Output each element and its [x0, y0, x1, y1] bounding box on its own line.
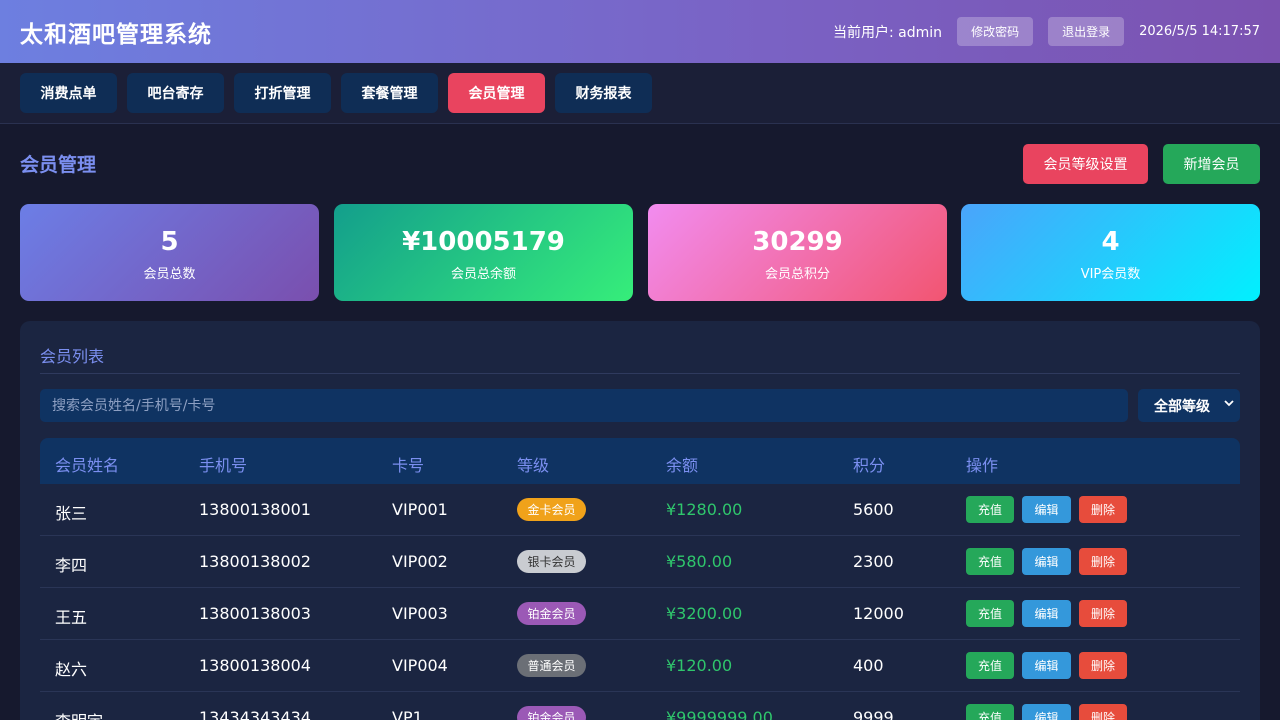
divider: [40, 373, 1240, 374]
member-points: 400: [853, 656, 884, 675]
top-header: 太和酒吧管理系统 当前用户: admin 修改密码 退出登录 2026/5/5 …: [0, 0, 1280, 63]
recharge-button[interactable]: 充值: [966, 548, 1014, 575]
column-header: 卡号: [392, 456, 425, 475]
member-name: 赵六: [55, 660, 88, 679]
stat-card-vip-count: 4 VIP会员数: [961, 204, 1260, 301]
member-balance: ¥1280.00: [666, 500, 743, 519]
stat-card-total-points: 30299 会员总积分: [648, 204, 947, 301]
stat-label: 会员总余额: [450, 267, 516, 282]
recharge-button[interactable]: 充值: [966, 652, 1014, 679]
table-row: 王五 13800138003 VIP003 铂金会员 ¥3200.00 1200…: [40, 588, 1240, 640]
edit-button[interactable]: 编辑: [1022, 548, 1071, 575]
column-header: 余额: [666, 456, 699, 475]
member-balance: ¥580.00: [666, 552, 733, 571]
logout-button[interactable]: 退出登录: [1048, 17, 1125, 46]
delete-button[interactable]: 删除: [1079, 600, 1127, 627]
level-filter-select[interactable]: 全部等级: [1138, 389, 1240, 422]
member-phone: 13800138004: [199, 656, 311, 675]
member-points: 12000: [853, 604, 904, 623]
delete-button[interactable]: 删除: [1079, 496, 1127, 523]
stat-card-total-members: 5 会员总数: [20, 204, 319, 301]
change-password-button[interactable]: 修改密码: [957, 17, 1034, 46]
member-name: 李明宇: [55, 708, 103, 720]
member-points: 9999: [853, 708, 894, 720]
main-nav: 消费点单 吧台寄存 打折管理 套餐管理 会员管理 财务报表: [0, 63, 1280, 124]
member-level-settings-button[interactable]: 会员等级设置: [1023, 144, 1148, 184]
column-header: 等级: [517, 456, 550, 475]
member-card: VP1: [392, 708, 423, 720]
member-card: VIP002: [392, 552, 448, 571]
member-balance: ¥3200.00: [666, 604, 743, 623]
edit-button[interactable]: 编辑: [1022, 496, 1071, 523]
header-right: 当前用户: admin 修改密码 退出登录 2026/5/5 14:17:57: [833, 17, 1260, 46]
stat-value: 5: [160, 227, 179, 257]
level-filter-value: 全部等级: [1154, 398, 1210, 415]
member-list-title: 会员列表: [40, 347, 105, 366]
recharge-button[interactable]: 充值: [966, 704, 1014, 720]
datetime-display: 2026/5/5 14:17:57: [1139, 24, 1260, 39]
chevron-down-icon: [1224, 397, 1234, 411]
stat-label: 会员总积分: [764, 267, 830, 282]
level-badge: 铂金会员: [517, 706, 586, 720]
stat-value: 4: [1101, 227, 1120, 257]
delete-button[interactable]: 删除: [1079, 704, 1127, 720]
stat-card-total-balance: ¥10005179 会员总余额: [334, 204, 633, 301]
member-phone: 13800138003: [199, 604, 311, 623]
table-row: 张三 13800138001 VIP001 金卡会员 ¥1280.00 5600…: [40, 484, 1240, 536]
column-header: 手机号: [199, 456, 248, 475]
member-search-input[interactable]: [40, 389, 1128, 422]
member-card: VIP001: [392, 500, 448, 519]
level-badge: 普通会员: [517, 654, 586, 677]
member-phone: 13434343434: [199, 708, 311, 720]
member-name: 王五: [55, 608, 88, 627]
edit-button[interactable]: 编辑: [1022, 600, 1071, 627]
recharge-button[interactable]: 充值: [966, 600, 1014, 627]
level-badge: 铂金会员: [517, 602, 586, 625]
level-badge: 银卡会员: [517, 550, 586, 573]
member-card: VIP003: [392, 604, 448, 623]
column-header: 会员姓名: [55, 456, 120, 475]
current-user: 当前用户: admin: [833, 24, 943, 41]
delete-button[interactable]: 删除: [1079, 548, 1127, 575]
member-card: VIP004: [392, 656, 448, 675]
add-member-button[interactable]: 新增会员: [1163, 144, 1260, 184]
column-header: 积分: [853, 456, 886, 475]
tab-order[interactable]: 消费点单: [20, 73, 117, 113]
member-phone: 13800138001: [199, 500, 311, 519]
stat-label: 会员总数: [143, 267, 196, 282]
member-balance: ¥9999999.00: [666, 708, 773, 720]
member-phone: 13800138002: [199, 552, 311, 571]
page-title: 会员管理: [20, 154, 97, 176]
member-name: 李四: [55, 556, 88, 575]
table-header: 会员姓名 手机号 卡号 等级 余额 积分 操作: [40, 438, 1240, 484]
recharge-button[interactable]: 充值: [966, 496, 1014, 523]
member-balance: ¥120.00: [666, 656, 733, 675]
edit-button[interactable]: 编辑: [1022, 704, 1071, 720]
tab-bar-storage[interactable]: 吧台寄存: [127, 73, 224, 113]
member-name: 张三: [55, 504, 88, 523]
level-badge: 金卡会员: [517, 498, 586, 521]
edit-button[interactable]: 编辑: [1022, 652, 1071, 679]
table-row: 李明宇 13434343434 VP1 铂金会员 ¥9999999.00 999…: [40, 692, 1240, 720]
member-list-panel: 会员列表 全部等级 会员姓名 手机号 卡号 等级 余额 积分 操作 张三 138…: [20, 321, 1260, 720]
delete-button[interactable]: 删除: [1079, 652, 1127, 679]
tab-discount[interactable]: 打折管理: [234, 73, 331, 113]
table-row: 李四 13800138002 VIP002 银卡会员 ¥580.00 2300 …: [40, 536, 1240, 588]
app-title: 太和酒吧管理系统: [20, 21, 212, 48]
stat-value: ¥10005179: [402, 227, 565, 257]
member-points: 2300: [853, 552, 894, 571]
table-row: 赵六 13800138004 VIP004 普通会员 ¥120.00 400 充…: [40, 640, 1240, 692]
tab-members[interactable]: 会员管理: [448, 73, 545, 113]
stat-value: 30299: [752, 227, 843, 257]
stat-label: VIP会员数: [1080, 267, 1141, 282]
column-header: 操作: [966, 456, 999, 475]
tab-packages[interactable]: 套餐管理: [341, 73, 438, 113]
member-points: 5600: [853, 500, 894, 519]
tab-finance[interactable]: 财务报表: [555, 73, 652, 113]
